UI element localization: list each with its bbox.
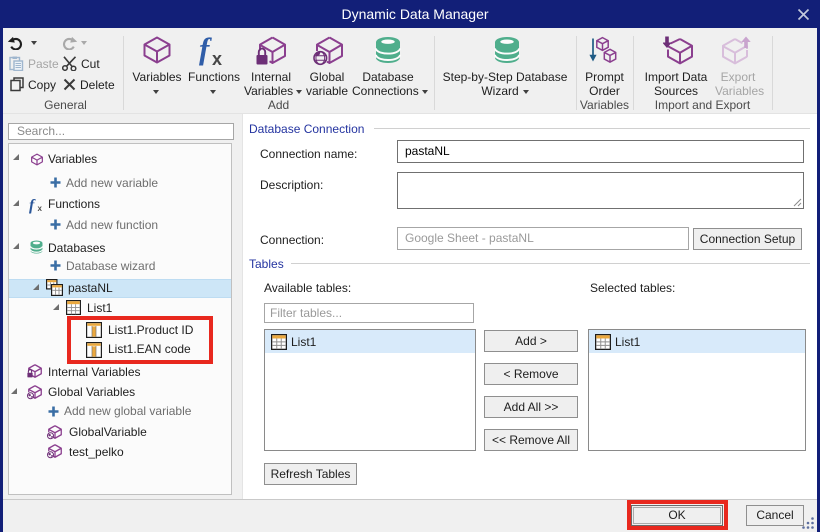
svg-text:x: x bbox=[212, 49, 222, 69]
svg-text:x: x bbox=[38, 204, 43, 213]
svg-text:f: f bbox=[199, 33, 212, 66]
svg-text:f: f bbox=[29, 197, 36, 214]
